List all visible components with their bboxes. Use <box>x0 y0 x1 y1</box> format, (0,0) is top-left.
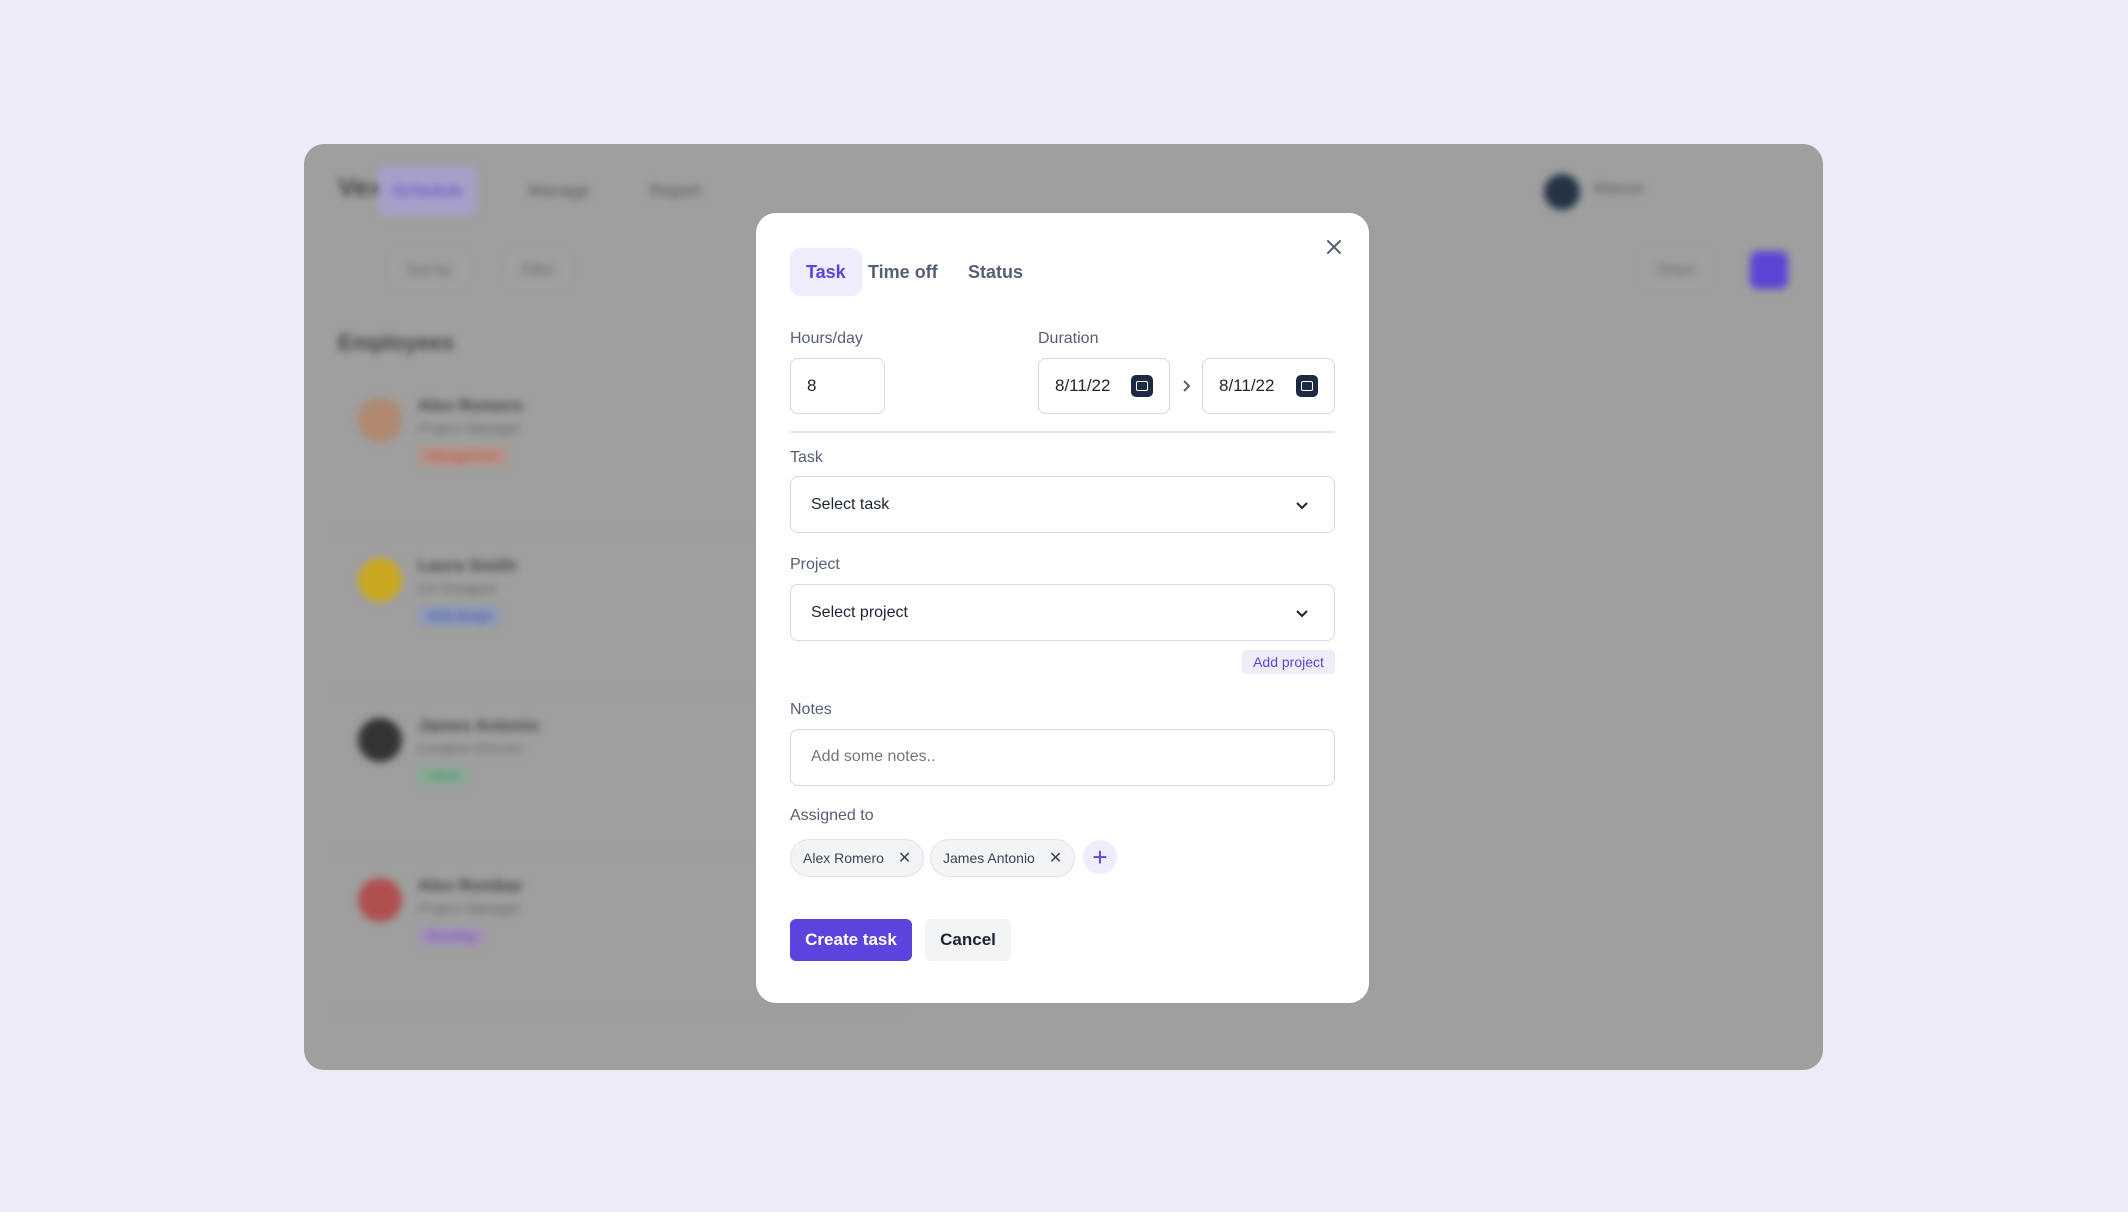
cancel-button[interactable]: Cancel <box>925 919 1011 961</box>
share-button[interactable]: Share <box>1644 252 1708 286</box>
calendar-icon[interactable] <box>1131 375 1153 397</box>
nav-report[interactable]: Report <box>636 166 715 216</box>
project-label: Project <box>790 556 840 573</box>
notes-label: Notes <box>790 701 832 718</box>
user-avatar[interactable] <box>1544 174 1580 210</box>
employee-role: UX Designer <box>418 580 498 596</box>
tab-status[interactable]: Status <box>952 248 1039 296</box>
add-button[interactable] <box>1750 251 1788 289</box>
employee-name: Alex Rombar <box>418 876 523 895</box>
hours-input[interactable]: 8 <box>790 358 885 414</box>
close-icon[interactable] <box>1322 235 1346 259</box>
assignee-name: Alex Romero <box>803 850 884 866</box>
create-task-modal: Task Time off Status Hours/day 8 Duratio… <box>756 213 1369 1003</box>
tab-time-off[interactable]: Time off <box>852 248 954 296</box>
avatar <box>358 718 402 762</box>
task-label: Task <box>790 449 823 466</box>
avatar <box>358 558 402 602</box>
employees-title: Employees <box>338 330 455 355</box>
chevron-right-icon <box>1183 380 1191 392</box>
notes-input[interactable] <box>790 729 1335 786</box>
end-date-value: 8/11/22 <box>1219 376 1275 395</box>
filter-button[interactable]: Filter <box>510 252 568 286</box>
start-date-input[interactable]: 8/11/22 <box>1038 358 1170 414</box>
chevron-down-icon <box>1296 609 1308 617</box>
plus-icon: + <box>1092 841 1108 872</box>
employee-name: Laura Smith <box>418 556 517 575</box>
end-date-input[interactable]: 8/11/22 <box>1202 358 1335 414</box>
employee-name: James Antonio <box>418 716 540 735</box>
avatar <box>358 878 402 922</box>
employee-role: Project Manager <box>418 420 521 436</box>
assigned-label: Assigned to <box>790 807 874 824</box>
project-select-value: Select project <box>811 603 908 621</box>
add-project-button[interactable]: Add project <box>1242 650 1335 674</box>
assignee-name: James Antonio <box>943 850 1035 866</box>
nav-schedule[interactable]: Schedule <box>378 166 477 216</box>
employee-tag: UI/UX <box>418 766 471 786</box>
employee-role: Creative Director <box>418 740 524 756</box>
assignee-chip: James Antonio ✕ <box>930 839 1076 877</box>
calendar-icon[interactable] <box>1296 375 1318 397</box>
remove-icon[interactable]: ✕ <box>1049 848 1062 868</box>
user-name[interactable]: Marcus <box>1594 180 1643 197</box>
task-select[interactable]: Select task <box>790 476 1335 533</box>
employee-name: Alex Romero <box>418 396 523 415</box>
project-select[interactable]: Select project <box>790 584 1335 641</box>
employee-tag: Management <box>418 446 509 466</box>
create-task-button[interactable]: Create task <box>790 919 912 961</box>
duration-label: Duration <box>1038 330 1099 347</box>
employee-tag: Web design <box>418 606 502 626</box>
employee-role: Project Manager <box>418 900 521 916</box>
tab-task[interactable]: Task <box>790 248 862 296</box>
assignee-chip: Alex Romero ✕ <box>790 839 925 877</box>
sort-button[interactable]: Sort by <box>394 252 465 286</box>
remove-icon[interactable]: ✕ <box>898 848 911 868</box>
add-assignee-button[interactable]: + <box>1083 840 1117 874</box>
task-select-value: Select task <box>811 495 890 513</box>
avatar <box>358 398 402 442</box>
employee-tag: Branding <box>418 926 487 946</box>
divider <box>790 431 1335 433</box>
chevron-down-icon <box>1296 501 1308 509</box>
nav-manage[interactable]: Manage <box>514 166 603 216</box>
start-date-value: 8/11/22 <box>1055 376 1111 395</box>
hours-label: Hours/day <box>790 330 863 347</box>
